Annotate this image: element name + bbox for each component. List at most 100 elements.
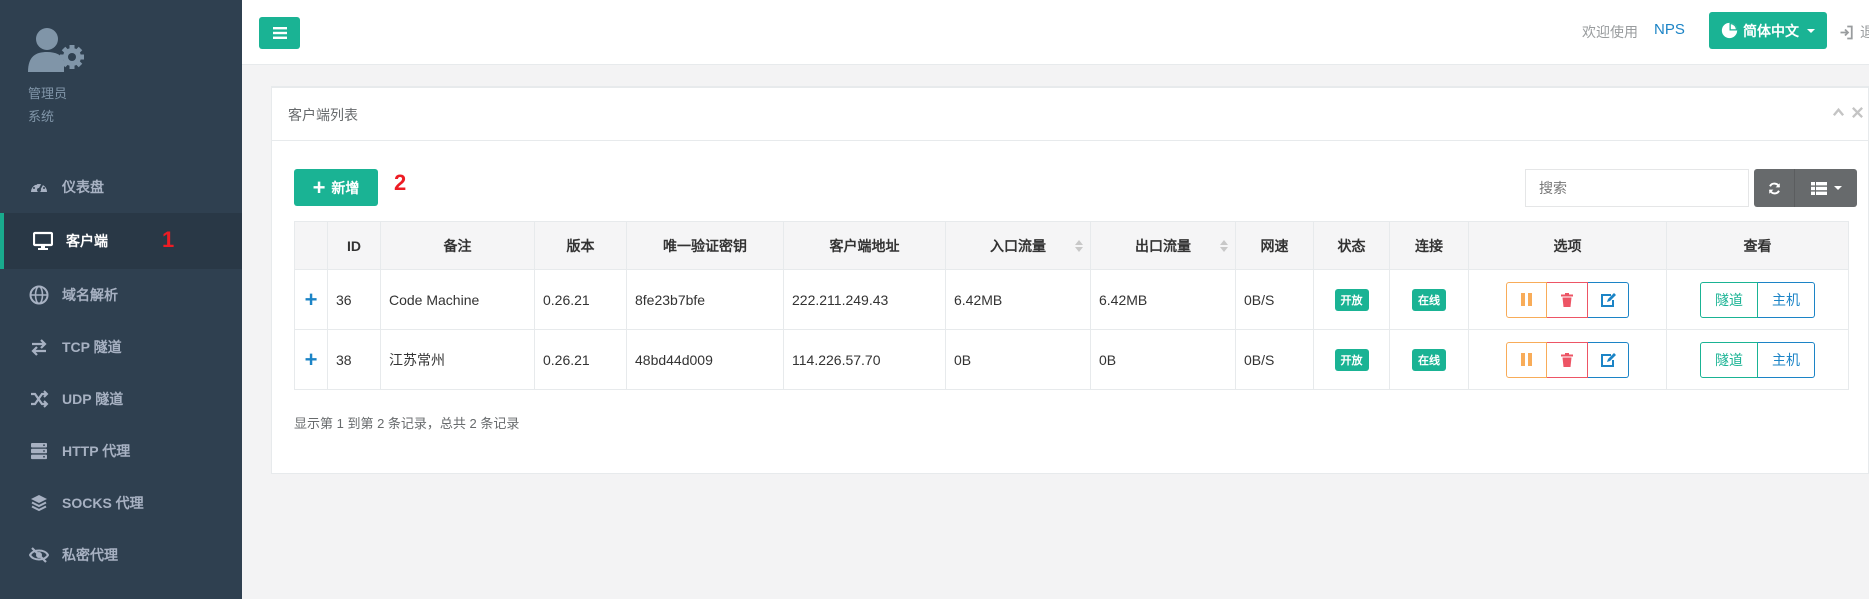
edit-icon	[1600, 352, 1616, 367]
cell-remark: 江苏常州	[380, 329, 535, 390]
th-list-icon	[1810, 181, 1827, 195]
column-header-inflow[interactable]: 入口流量	[945, 221, 1091, 270]
panel-tools	[1832, 106, 1864, 119]
edit-button[interactable]	[1588, 281, 1629, 318]
column-header-vkey: 唯一验证密钥	[626, 221, 784, 270]
annotation-marker-1: 1	[162, 227, 175, 252]
profile: 管理员 系统	[28, 26, 84, 128]
pause-icon	[1521, 353, 1532, 366]
sidebar-item-label: UDP 隧道	[62, 391, 124, 407]
topbar: 欢迎使用 NPS 简体中文 退	[242, 0, 1869, 65]
sidebar-item-tcp[interactable]: TCP 隧道	[0, 321, 242, 373]
tunnel-button[interactable]: 隧道	[1700, 281, 1758, 318]
sidebar-item-private[interactable]: 私密代理	[0, 529, 242, 581]
column-header-outflow[interactable]: 出口流量	[1090, 221, 1236, 270]
expand-cell[interactable]: +	[294, 329, 328, 390]
cell-vkey: 8fe23b7bfe	[626, 269, 784, 330]
cell-version: 0.26.21	[534, 269, 627, 330]
caret-down-icon	[1833, 186, 1842, 190]
pause-button[interactable]	[1506, 281, 1547, 318]
cell-address: 222.211.249.43	[783, 269, 946, 330]
cell-options	[1468, 329, 1667, 390]
cell-status: 开放	[1313, 329, 1390, 390]
column-header-options: 选项	[1468, 221, 1667, 270]
pie-chart-icon	[1721, 22, 1738, 39]
add-button-label: 新增	[331, 179, 360, 196]
column-header-remark: 备注	[380, 221, 535, 270]
cell-view: 隧道 主机	[1666, 329, 1849, 390]
connection-badge: 在线	[1412, 288, 1446, 311]
sidebar-item-label: SOCKS 代理	[62, 495, 144, 511]
sidebar-item-label: TCP 隧道	[62, 339, 122, 355]
columns-dropdown[interactable]	[1794, 169, 1857, 207]
plus-icon: +	[312, 174, 326, 200]
table-header-row: ID 备注 版本 唯一验证密钥 客户端地址 入口流量 出口流量 网速 状态 连接…	[294, 221, 1849, 270]
cell-inflow: 6.42MB	[945, 269, 1091, 330]
client-list-panel: 客户端列表 + 新增 2 ID 备注 版本 唯一验证密钥 客户端地址	[271, 86, 1869, 474]
header-label: 出口流量	[1135, 237, 1191, 254]
sidebar-item-label: HTTP 代理	[62, 443, 131, 459]
cell-options	[1468, 269, 1667, 330]
chevron-up-icon[interactable]	[1832, 106, 1845, 119]
eye-slash-icon	[28, 545, 50, 565]
edit-button[interactable]	[1588, 341, 1629, 378]
cell-inflow: 0B	[945, 329, 1091, 390]
host-button[interactable]: 主机	[1758, 341, 1815, 378]
search-input[interactable]	[1525, 169, 1749, 207]
brand-link[interactable]: NPS	[1654, 21, 1685, 38]
sidebar-item-label: 私密代理	[62, 547, 118, 563]
expand-plus-icon[interactable]: +	[305, 287, 318, 312]
panel-title: 客户端列表	[288, 107, 358, 123]
column-header-view: 查看	[1666, 221, 1849, 270]
cell-speed: 0B/S	[1235, 329, 1314, 390]
user-settings-icon[interactable]	[28, 26, 84, 76]
sidebar-item-clients[interactable]: 客户端 1	[0, 213, 242, 269]
sidebar-nav: 仪表盘 客户端 1 域名解析 TCP 隧道 UDP 隧道 HTTP 代理 SOC…	[0, 161, 242, 581]
cell-id: 38	[327, 329, 381, 390]
sidebar-item-dashboard[interactable]: 仪表盘	[0, 161, 242, 213]
random-icon	[28, 389, 50, 409]
sidebar-item-http[interactable]: HTTP 代理	[0, 425, 242, 477]
pause-button[interactable]	[1506, 341, 1547, 378]
column-header-expand	[294, 221, 328, 270]
sign-in-icon	[1840, 25, 1853, 39]
table-toolbar	[1754, 169, 1857, 207]
add-client-button[interactable]: + 新增	[294, 169, 378, 206]
refresh-button[interactable]	[1754, 169, 1794, 207]
globe-icon	[28, 285, 50, 305]
profile-role: 管理员	[28, 86, 68, 101]
expand-cell[interactable]: +	[294, 269, 328, 330]
menu-toggle-button[interactable]	[259, 17, 300, 49]
stack-icon	[28, 493, 50, 513]
panel-header: 客户端列表	[272, 88, 1868, 141]
sidebar-item-domain[interactable]: 域名解析	[0, 269, 242, 321]
expand-plus-icon[interactable]: +	[305, 347, 318, 372]
close-icon[interactable]	[1851, 106, 1864, 119]
sort-icon	[1220, 239, 1228, 252]
pagination-summary: 显示第 1 到第 2 条记录，总共 2 条记录	[294, 416, 520, 431]
options-button-group	[1506, 341, 1629, 378]
refresh-icon	[1768, 182, 1780, 194]
cell-speed: 0B/S	[1235, 269, 1314, 330]
sort-icon	[1075, 239, 1083, 252]
sidebar-item-label: 域名解析	[62, 287, 118, 303]
sidebar-item-udp[interactable]: UDP 隧道	[0, 373, 242, 425]
bars-icon	[272, 27, 287, 39]
delete-button[interactable]	[1547, 341, 1588, 378]
language-dropdown[interactable]: 简体中文	[1709, 12, 1827, 49]
view-button-group: 隧道 主机	[1700, 341, 1815, 378]
cell-status: 开放	[1313, 269, 1390, 330]
edit-icon	[1600, 292, 1616, 307]
server-icon	[28, 441, 50, 461]
delete-button[interactable]	[1547, 281, 1588, 318]
column-header-speed: 网速	[1235, 221, 1314, 270]
tunnel-button[interactable]: 隧道	[1700, 341, 1758, 378]
logout-link[interactable]: 退	[1839, 22, 1869, 42]
host-button[interactable]: 主机	[1758, 281, 1815, 318]
column-header-connection: 连接	[1389, 221, 1469, 270]
trash-icon	[1561, 352, 1573, 367]
column-header-status: 状态	[1313, 221, 1390, 270]
column-header-address: 客户端地址	[783, 221, 946, 270]
cell-outflow: 6.42MB	[1090, 269, 1236, 330]
sidebar-item-socks[interactable]: SOCKS 代理	[0, 477, 242, 529]
